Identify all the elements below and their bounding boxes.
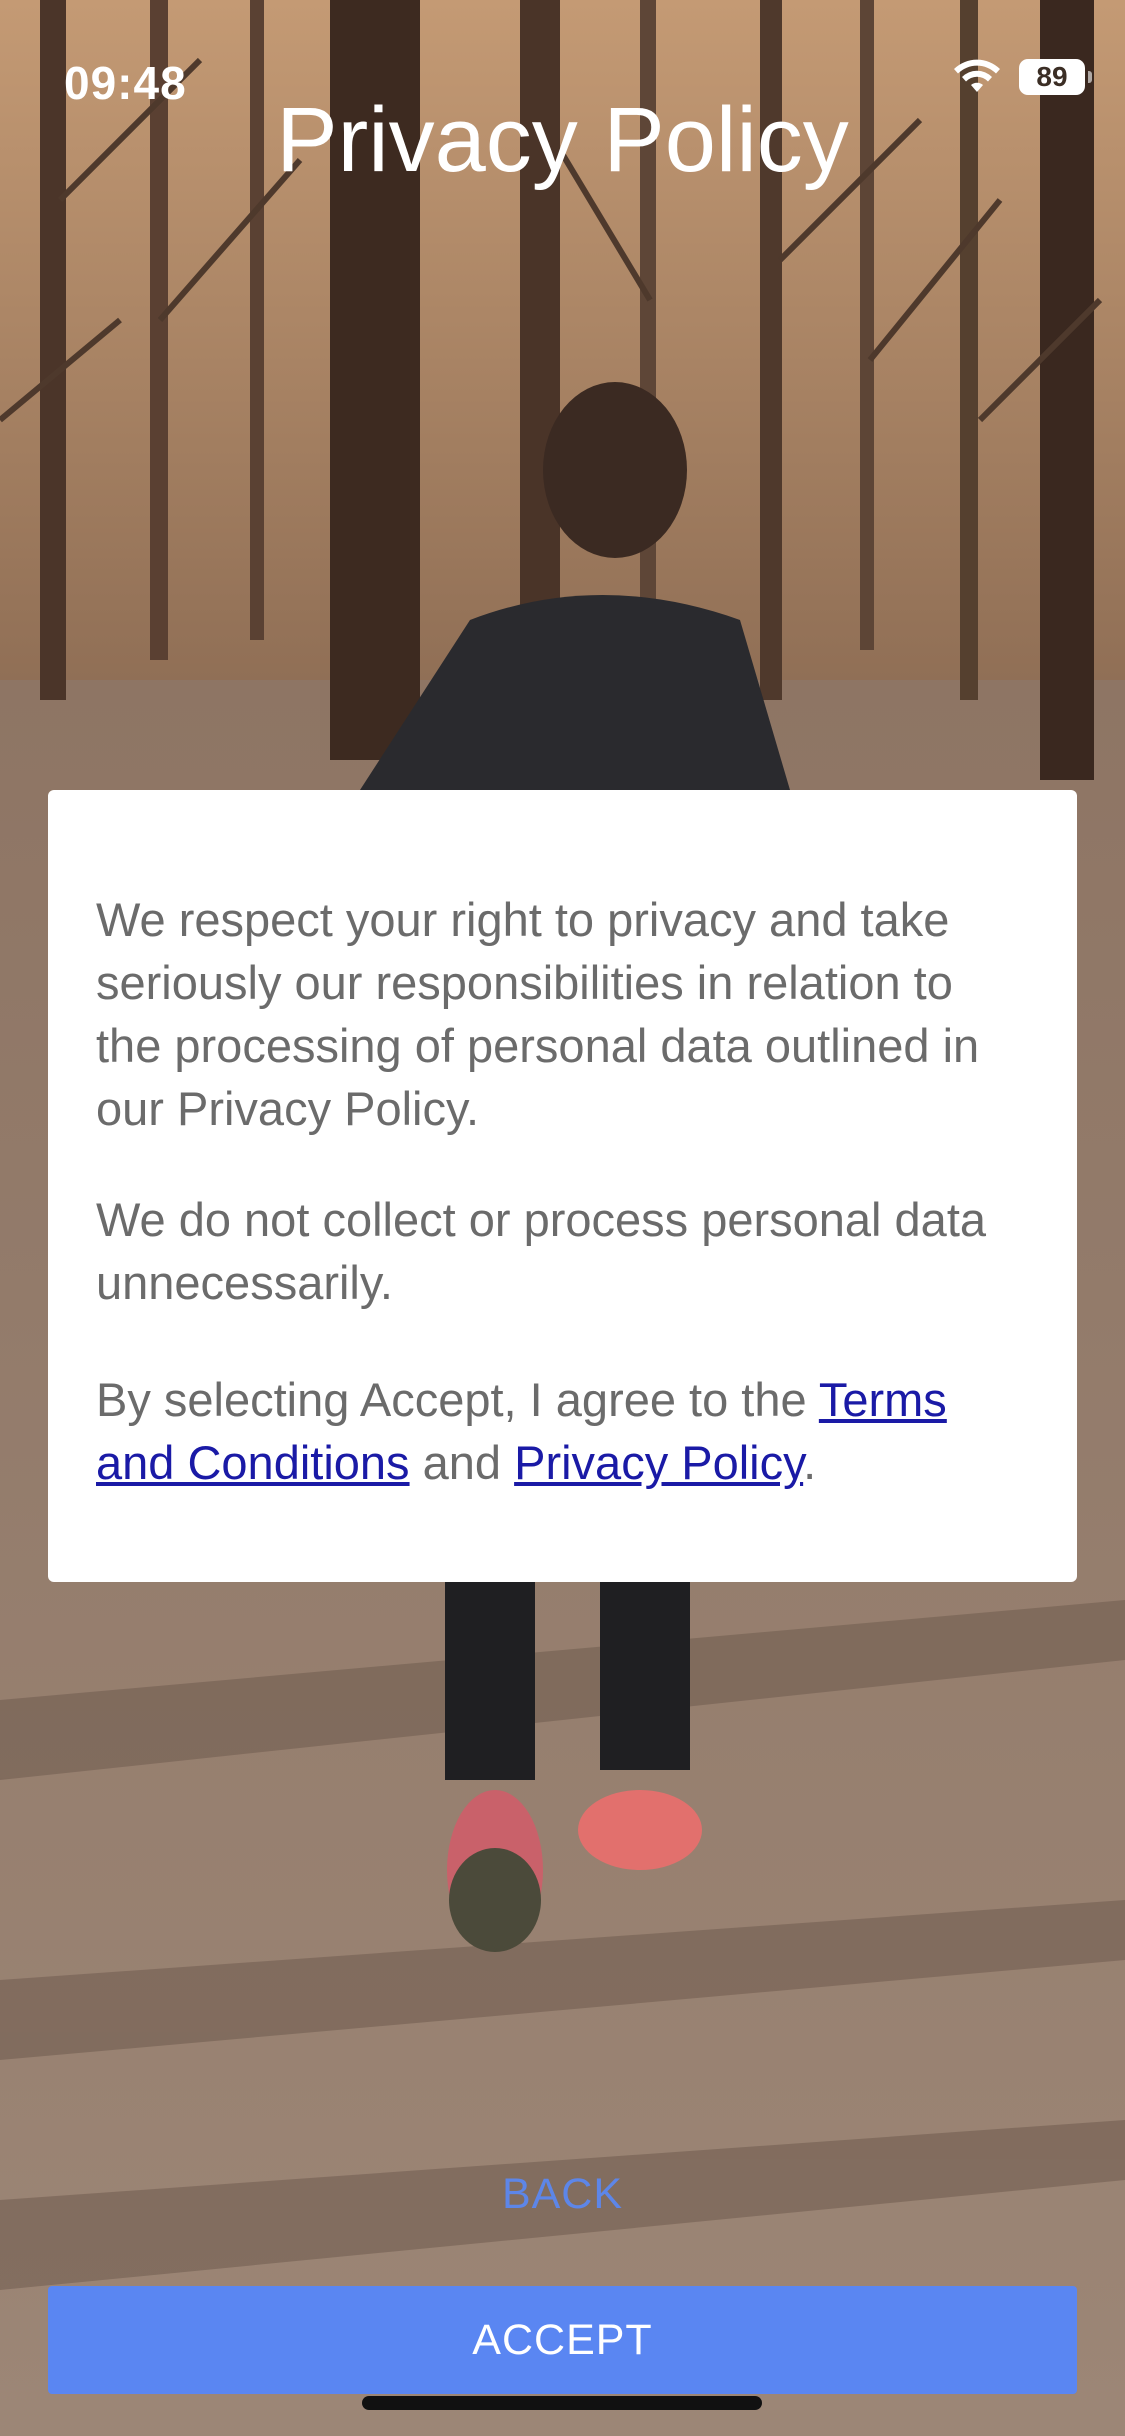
consent-prefix: By selecting Accept, I agree to the xyxy=(96,1373,819,1426)
privacy-card: We respect your right to privacy and tak… xyxy=(48,790,1077,1582)
consent-middle: and xyxy=(409,1436,515,1489)
accept-button[interactable]: ACCEPT xyxy=(48,2286,1077,2394)
privacy-paragraph-1: We respect your right to privacy and tak… xyxy=(96,893,980,1135)
home-indicator xyxy=(362,2396,762,2410)
privacy-policy-link[interactable]: Privacy Policy xyxy=(514,1436,803,1489)
privacy-paragraph-2: We do not collect or process personal da… xyxy=(96,1193,987,1309)
consent-suffix: . xyxy=(803,1436,817,1489)
back-button[interactable]: BACK xyxy=(0,2170,1125,2219)
page-title: Privacy Policy xyxy=(276,89,849,191)
consent-text: By selecting Accept, I agree to the Term… xyxy=(96,1368,1031,1494)
